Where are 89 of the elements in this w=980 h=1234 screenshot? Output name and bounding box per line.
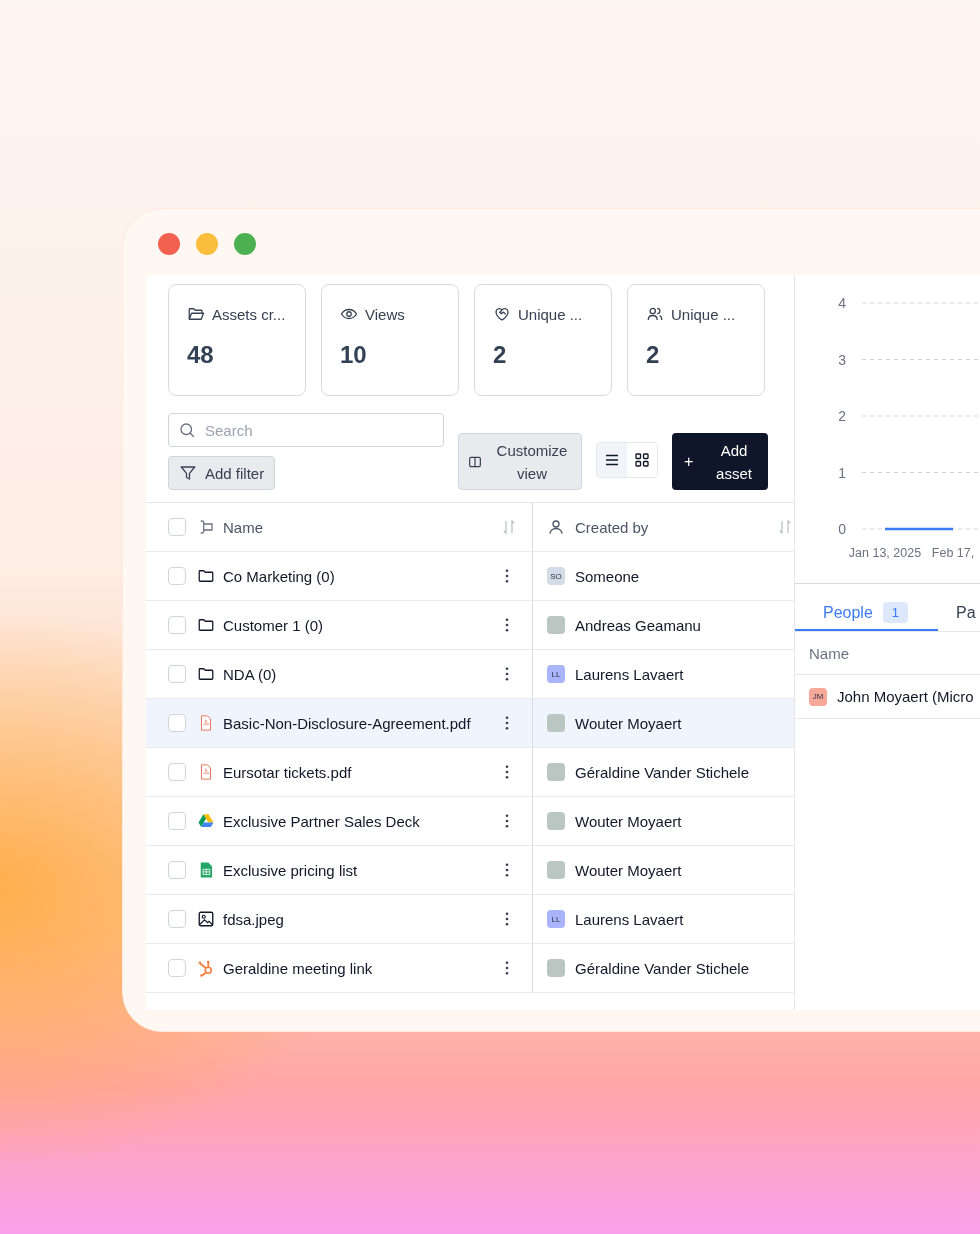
- folder-icon: [197, 665, 215, 683]
- asset-name[interactable]: Basic-Non-Disclosure-Agreement.pdf: [223, 714, 498, 732]
- column-header[interactable]: Created by: [575, 518, 776, 536]
- creator-name: Someone: [575, 567, 640, 585]
- photo-placeholder: [547, 812, 565, 830]
- creator-name: Géraldine Vander Stichele: [575, 959, 749, 977]
- table-row[interactable]: Exclusive pricing list Wouter Moyaert: [146, 846, 794, 895]
- asset-name[interactable]: fdsa.jpeg: [223, 910, 498, 928]
- y-tick-label: 4: [838, 295, 846, 311]
- table-row[interactable]: Eursotar tickets.pdf Géraldine Vander Stichele: [146, 748, 794, 797]
- initials-avatar: JM: [809, 687, 827, 706]
- filter-icon: [179, 464, 197, 482]
- photo-placeholder: [547, 714, 565, 732]
- count-badge: 1: [882, 602, 909, 623]
- initials-avatar: LL: [547, 910, 565, 928]
- row-checkbox[interactable]: [168, 714, 186, 732]
- row-checkbox[interactable]: [168, 665, 186, 683]
- users-icon: [646, 305, 664, 323]
- stat-value: 2: [493, 341, 508, 369]
- folder-icon: [187, 305, 205, 323]
- x-tick-label: Jan 13, 2025: [848, 546, 922, 560]
- table-row[interactable]: Co Marketing (0) SO Someone: [146, 552, 794, 601]
- stat-label: Views: [365, 305, 405, 323]
- image-icon: [197, 910, 215, 928]
- asset-name[interactable]: Exclusive Partner Sales Deck: [223, 812, 498, 830]
- x-tick-label: Feb 17,: [931, 546, 975, 560]
- add-filter-button[interactable]: Add filter: [168, 456, 276, 490]
- sprocket-icon: [197, 959, 215, 977]
- add-asset-button[interactable]: + Add asset: [672, 433, 768, 490]
- y-tick-label: 1: [838, 464, 846, 481]
- stat-label: Assets cr...: [212, 305, 286, 323]
- creator-name: Andreas Geamanu: [575, 616, 701, 634]
- stat-value: 10: [340, 341, 368, 369]
- table-row[interactable]: fdsa.jpeg LL Laurens Lavaert: [146, 895, 794, 944]
- asset-name[interactable]: NDA (0): [223, 665, 498, 683]
- tab[interactable]: Pa: [938, 596, 976, 631]
- tab[interactable]: People 1: [795, 596, 938, 631]
- close-button[interactable]: [158, 233, 180, 255]
- stat-value: 48: [187, 341, 215, 369]
- column-header[interactable]: Name: [223, 518, 500, 536]
- stat-value: 2: [646, 341, 661, 369]
- table-row[interactable]: Exclusive Partner Sales Deck Wouter Moyaert: [146, 797, 794, 846]
- table-row[interactable]: Geraldine meeting link Géraldine Vander Stichele: [146, 944, 794, 993]
- creator-name: Wouter Moyaert: [575, 861, 682, 879]
- creator-name: Laurens Lavaert: [575, 910, 684, 928]
- row-checkbox[interactable]: [168, 763, 186, 781]
- folder-icon: [197, 567, 215, 585]
- row-checkbox[interactable]: [168, 812, 186, 830]
- search-field[interactable]: Search: [168, 413, 444, 447]
- y-tick-label: 0: [838, 521, 846, 537]
- maximize-button[interactable]: [234, 233, 256, 255]
- photo-placeholder: [547, 763, 565, 781]
- table-row[interactable]: Basic-Non-Disclosure-Agreement.pdf Wouter Moyaert: [146, 699, 794, 748]
- search-icon: [178, 421, 196, 439]
- y-tick-label: 2: [838, 408, 846, 424]
- photo-placeholder: [547, 861, 565, 879]
- user-icon: [547, 518, 565, 536]
- list-view-button[interactable]: [597, 443, 627, 477]
- photo-placeholder: [547, 959, 565, 977]
- row-checkbox[interactable]: [168, 959, 186, 977]
- stat-label: Unique ...: [518, 305, 583, 323]
- stat-label: Unique ...: [671, 305, 736, 323]
- drive-triangle-icon: [197, 812, 215, 830]
- customize-view-button[interactable]: Customize view: [458, 433, 582, 490]
- grid-icon: [633, 451, 651, 469]
- row-checkbox[interactable]: [168, 910, 186, 928]
- table-row[interactable]: Customer 1 (0) Andreas Geamanu: [146, 601, 794, 650]
- folder-icon: [197, 616, 215, 634]
- creator-name: Wouter Moyaert: [575, 714, 682, 732]
- initials-avatar: SO: [547, 567, 565, 585]
- row-checkbox[interactable]: [168, 567, 186, 585]
- y-tick-label: 3: [838, 351, 846, 368]
- creator-name: Laurens Lavaert: [575, 665, 684, 683]
- asset-name[interactable]: Geraldine meeting link: [223, 959, 498, 977]
- minimize-button[interactable]: [196, 233, 218, 255]
- column-header: Name: [809, 644, 849, 662]
- creator-name: Géraldine Vander Stichele: [575, 763, 749, 781]
- row-checkbox[interactable]: [168, 861, 186, 879]
- select-all-checkbox[interactable]: [168, 518, 186, 536]
- asset-name[interactable]: Co Marketing (0): [223, 567, 498, 585]
- initials-avatar: LL: [547, 665, 565, 683]
- heart-handshake-icon: [493, 305, 511, 323]
- creator-name: Wouter Moyaert: [575, 812, 682, 830]
- asset-name[interactable]: Exclusive pricing list: [223, 861, 498, 879]
- photo-placeholder: [547, 616, 565, 634]
- person-name: John Moyaert (Micro: [837, 688, 974, 705]
- asset-name[interactable]: Customer 1 (0): [223, 616, 498, 634]
- row-checkbox[interactable]: [168, 616, 186, 634]
- asset-name[interactable]: Eursotar tickets.pdf: [223, 763, 498, 781]
